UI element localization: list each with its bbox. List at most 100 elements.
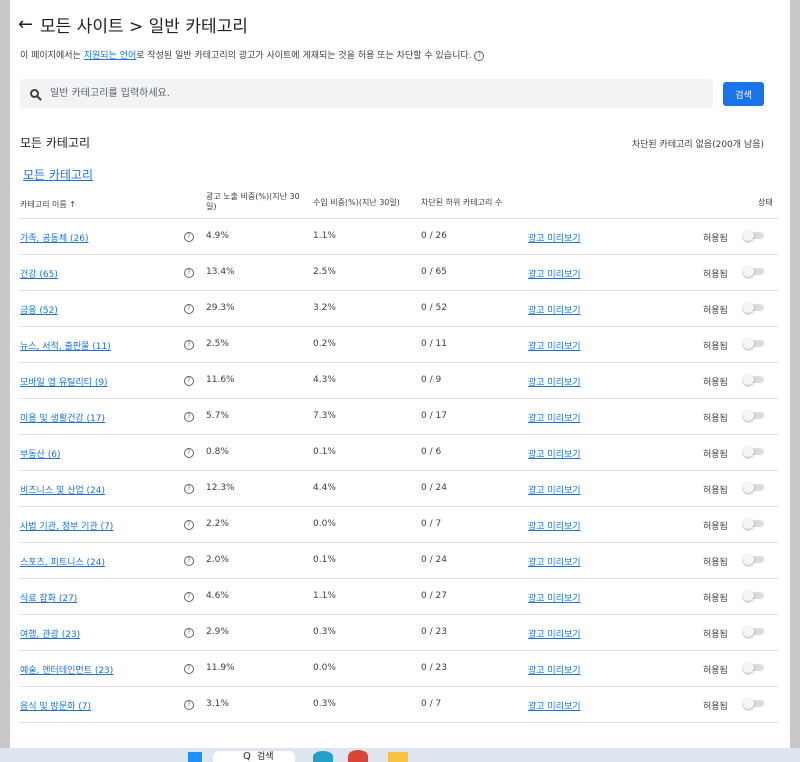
status-label: 허용됨: [703, 234, 728, 244]
category-name-link[interactable]: 건강 (65): [20, 267, 58, 280]
block-toggle[interactable]: [743, 626, 764, 637]
edge-browser-icon[interactable]: [313, 751, 333, 762]
category-name-link[interactable]: 스포츠, 피트니스 (24): [20, 555, 105, 568]
revenue-share: 0.0%: [313, 663, 336, 673]
ad-preview-link[interactable]: 광고 미리보기: [528, 591, 581, 604]
category-name-link[interactable]: 모바일 앱 유틸리티 (9): [20, 375, 108, 388]
help-icon[interactable]: ?: [184, 232, 194, 242]
block-toggle[interactable]: [743, 338, 764, 349]
revenue-share: 0.3%: [313, 627, 336, 637]
category-name-link[interactable]: 금융 (52): [20, 303, 58, 316]
search-icon: Q: [243, 751, 251, 762]
block-toggle[interactable]: [743, 662, 764, 673]
search-button[interactable]: 검색: [723, 82, 764, 106]
status-label: 허용됨: [703, 378, 728, 388]
category-search-input[interactable]: [48, 87, 652, 100]
ad-preview-link[interactable]: 광고 미리보기: [528, 483, 581, 496]
blocked-subcategories: 0 / 27: [421, 591, 447, 601]
category-name-link[interactable]: 부동산 (6): [20, 447, 60, 460]
category-name-link[interactable]: 미용 및 생활건강 (17): [20, 411, 105, 424]
chrome-browser-icon[interactable]: [348, 750, 368, 762]
blocked-subcategories: 0 / 24: [421, 555, 447, 565]
category-name-link[interactable]: 여행, 관광 (23): [20, 627, 80, 640]
table-row: 미용 및 생활건강 (17)? 5.7% 7.3% 0 / 17 광고 미리보기 허용됨: [20, 399, 778, 435]
ad-preview-link[interactable]: 광고 미리보기: [528, 303, 581, 316]
help-icon[interactable]: ?: [184, 592, 194, 602]
block-toggle[interactable]: [743, 266, 764, 277]
ad-preview-link[interactable]: 광고 미리보기: [528, 231, 581, 244]
category-name-link[interactable]: 예술, 엔터테인먼트 (23): [20, 663, 113, 676]
table-row: 여행, 관광 (23)? 2.9% 0.3% 0 / 23 광고 미리보기 허용됨: [20, 615, 778, 651]
blocked-subcategories: 0 / 65: [421, 267, 447, 277]
help-icon[interactable]: ?: [184, 340, 194, 350]
file-explorer-icon[interactable]: [388, 752, 408, 762]
table-row: 건강 (65)? 13.4% 2.5% 0 / 65 광고 미리보기 허용됨: [20, 255, 778, 291]
ad-preview-link[interactable]: 광고 미리보기: [528, 267, 581, 280]
impression-share: 2.5%: [206, 339, 229, 349]
help-icon[interactable]: ?: [184, 448, 194, 458]
category-name-link[interactable]: 비즈니스 및 산업 (24): [20, 483, 105, 496]
ad-preview-link[interactable]: 광고 미리보기: [528, 519, 581, 532]
help-icon[interactable]: ?: [184, 484, 194, 494]
block-toggle[interactable]: [743, 698, 764, 709]
revenue-share: 0.1%: [313, 447, 336, 457]
category-name-link[interactable]: 사법 기관, 정부 기관 (7): [20, 519, 113, 532]
status-label: 허용됨: [703, 594, 728, 604]
impression-share: 2.2%: [206, 519, 229, 529]
column-header-blocked[interactable]: 차단된 하위 카테고리 수: [421, 197, 502, 208]
help-icon[interactable]: ?: [184, 628, 194, 638]
block-toggle[interactable]: [743, 554, 764, 565]
block-toggle[interactable]: [743, 446, 764, 457]
page-title: 모든 사이트 > 일반 카테고리: [40, 16, 248, 37]
column-header-name[interactable]: 카테고리 이름 ↑: [20, 199, 76, 210]
help-icon[interactable]: ?: [184, 700, 194, 710]
taskbar-search[interactable]: Q 검색: [213, 751, 295, 762]
revenue-share: 1.1%: [313, 231, 336, 241]
ad-preview-link[interactable]: 광고 미리보기: [528, 339, 581, 352]
help-icon[interactable]: ?: [184, 376, 194, 386]
impression-share: 29.3%: [206, 303, 235, 313]
ad-preview-link[interactable]: 광고 미리보기: [528, 555, 581, 568]
taskbar: Q 검색: [0, 748, 800, 762]
table-row: 금융 (52)? 29.3% 3.2% 0 / 52 광고 미리보기 허용됨: [20, 291, 778, 327]
ad-preview-link[interactable]: 광고 미리보기: [528, 447, 581, 460]
ad-preview-link[interactable]: 광고 미리보기: [528, 699, 581, 712]
block-toggle[interactable]: [743, 590, 764, 601]
block-toggle[interactable]: [743, 230, 764, 241]
help-icon[interactable]: ?: [184, 520, 194, 530]
help-icon[interactable]: ?: [184, 304, 194, 314]
block-toggle[interactable]: [743, 482, 764, 493]
supported-languages-link[interactable]: 지원되는 언어: [84, 51, 137, 61]
ad-preview-link[interactable]: 광고 미리보기: [528, 411, 581, 424]
all-categories-link[interactable]: 모든 카테고리: [23, 166, 93, 183]
ad-preview-link[interactable]: 광고 미리보기: [528, 375, 581, 388]
block-toggle[interactable]: [743, 374, 764, 385]
blocked-subcategories: 0 / 26: [421, 231, 447, 241]
help-icon[interactable]: ?: [184, 268, 194, 278]
blocked-subcategories: 0 / 11: [421, 339, 447, 349]
category-name-link[interactable]: 뉴스, 서적, 출판물 (11): [20, 339, 111, 352]
category-name-link[interactable]: 가족, 공동체 (26): [20, 231, 88, 244]
ad-preview-link[interactable]: 광고 미리보기: [528, 627, 581, 640]
block-toggle[interactable]: [743, 518, 764, 529]
block-toggle[interactable]: [743, 302, 764, 313]
help-icon[interactable]: ?: [184, 664, 194, 674]
category-name-link[interactable]: 식료 잡화 (27): [20, 591, 77, 604]
ad-preview-link[interactable]: 광고 미리보기: [528, 663, 581, 676]
column-header-status: 상태: [758, 198, 773, 207]
category-name-link[interactable]: 음식 및 방문화 (7): [20, 699, 91, 712]
help-icon[interactable]: ?: [184, 412, 194, 422]
table-row: 음식 및 방문화 (7)? 3.1% 0.3% 0 / 7 광고 미리보기 허용됨: [20, 687, 778, 723]
page-description: 이 페이지에서는 지원되는 언어로 작성된 일반 카테고리의 광고가 사이트에 …: [20, 48, 485, 61]
column-header-impressions[interactable]: 광고 노출 비중(%)(지난 30일): [206, 192, 301, 212]
blocked-status: 차단된 카테고리 없음(200개 남음): [631, 140, 764, 150]
block-toggle[interactable]: [743, 410, 764, 421]
revenue-share: 0.0%: [313, 519, 336, 529]
arrow-left-icon[interactable]: ←: [18, 14, 40, 35]
help-icon[interactable]: ?: [474, 50, 485, 61]
column-header-revenue[interactable]: 수입 비중(%)(지난 30일): [313, 197, 400, 208]
revenue-share: 0.1%: [313, 555, 336, 565]
page-header: ← 모든 사이트 > 일반 카테고리: [18, 10, 248, 38]
help-icon[interactable]: ?: [184, 556, 194, 566]
windows-start-icon[interactable]: [188, 752, 202, 762]
